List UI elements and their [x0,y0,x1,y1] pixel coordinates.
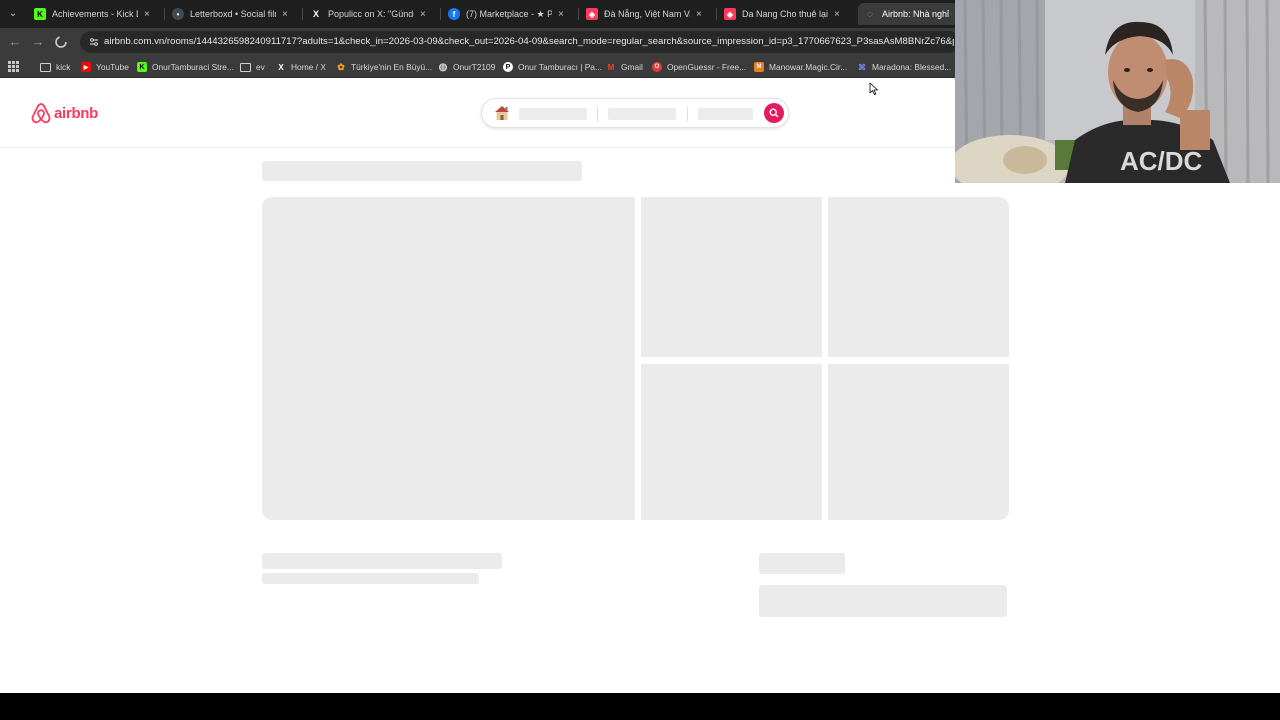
bookmark-label: Türkiye'nin En Büyü... [351,62,433,72]
maradona-icon: ⌘ [858,62,866,72]
tab-label: Populicc on X: "Gündüz k [328,9,414,19]
photo-thumb-skeleton[interactable] [641,364,822,520]
webcam-overlay: AC/DC [955,0,1280,183]
bookmark-label: OnurT2109 [453,62,496,72]
airbnb-wordmark: airbnb [54,104,99,122]
site-info-icon[interactable] [88,36,100,48]
svg-text:AC/DC: AC/DC [1120,146,1203,176]
mouse-cursor-icon [869,82,878,95]
photo-thumb-skeleton[interactable] [828,197,1009,357]
airbnb-belo-icon [31,103,51,124]
tab-achievements[interactable]: K Achievements - Kick Dash × [28,3,160,25]
apps-grid-icon[interactable] [8,61,19,72]
x-icon: X [278,62,284,72]
address-bar[interactable]: airbnb.com.vn/rooms/1444326598240911717?… [80,31,960,53]
bookmark-onur-patreon[interactable]: P Onur Tamburacı | Pa... [503,59,602,75]
tab-close-icon[interactable]: × [834,9,844,20]
bookmark-onurtamburaci-stream[interactable]: K OnurTamburaci Stre... [137,59,234,75]
airbnb-icon: ◈ [586,8,598,20]
listing-heading-skeleton [262,553,502,569]
back-icon[interactable]: ← [6,33,24,51]
airbnb-icon: ◈ [724,8,736,20]
tab-da-nang-vacation[interactable]: ◈ Đà Nẵng, Việt Nam Vacat × [580,3,712,25]
tab-label: Airbnb: Nhà nghỉ dưỡ [882,9,952,19]
bookmark-label: OnurTamburaci Stre... [152,62,234,72]
bookmark-label: Home / X [291,62,326,72]
streamer-webcam-image: AC/DC [955,0,1280,183]
bookmark-label: kick [56,62,71,72]
tab-close-icon[interactable]: × [558,9,568,20]
bookmark-label: Maradona: Blessed... [872,62,952,72]
tab-letterboxd[interactable]: • Letterboxd • Social film di × [166,3,298,25]
patreon-icon: P [503,62,513,72]
bookmark-label: YouTube [96,62,129,72]
guests-placeholder[interactable] [698,108,753,120]
bookmark-label: Onur Tamburacı | Pa... [518,62,602,72]
tab-da-nang-rent[interactable]: ◈ Da Nang Cho thuê lại, Ch × [718,3,850,25]
bookmark-label: Gmail [621,62,643,72]
folder-icon [240,62,251,72]
bookmark-turkiye[interactable]: ✿ Türkiye'nin En Büyü... [336,59,432,75]
tab-close-icon[interactable]: × [282,9,292,20]
search-button[interactable] [764,103,784,123]
manowar-icon: M [754,62,764,72]
tab-label: Achievements - Kick Dash [52,9,138,19]
loading-icon: ◌ [867,8,873,20]
bookmark-label: Manowar.Magic.Cir... [769,62,848,72]
url-text[interactable]: airbnb.com.vn/rooms/1444326598240911717?… [104,36,954,47]
bookmark-ev-folder[interactable]: ev [240,59,265,75]
screen: ⌄ K Achievements - Kick Dash × • Letterb… [0,0,1280,720]
bookmark-youtube[interactable]: ▶ YouTube [81,59,129,75]
flower-icon: ✿ [337,61,345,72]
photo-thumb-skeleton[interactable] [641,197,822,357]
forward-icon[interactable]: → [29,33,47,51]
bookmark-kick-folder[interactable]: kick [40,59,70,75]
bookmark-maradona[interactable]: ⌘ Maradona: Blessed... [857,59,951,75]
dates-placeholder[interactable] [608,108,676,120]
photo-main-skeleton[interactable] [262,197,635,520]
kick-icon: K [34,8,46,20]
stop-loading-icon[interactable] [52,33,70,51]
youtube-icon: ▶ [81,62,91,72]
title-skeleton [262,161,582,181]
bookmark-gmail[interactable]: M Gmail [606,59,643,75]
search-icon [769,108,779,118]
home-icon [495,106,509,120]
location-placeholder[interactable] [519,108,587,120]
photo-thumb-skeleton[interactable] [828,364,1009,520]
letterboxd-icon: • [172,8,184,20]
bookmark-home-x[interactable]: X Home / X [276,59,326,75]
booking-skeleton [759,585,1007,617]
bookmark-label: ev [256,62,265,72]
tab-label: Da Nang Cho thuê lại, Ch [742,9,828,19]
listing-subheading-skeleton [262,573,479,584]
price-skeleton [759,553,845,574]
tab-search-chevron-icon[interactable]: ⌄ [4,6,22,22]
tab-close-icon[interactable]: × [144,9,154,20]
bookmark-onurt2109[interactable]: ◍ OnurT2109 [438,59,496,75]
search-bar[interactable] [481,98,789,128]
tab-airbnb-active[interactable]: ◌ Airbnb: Nhà nghỉ dưỡ [858,3,958,25]
globe-icon: ◍ [438,61,448,73]
bookmark-openguessr[interactable]: O OpenGuessr - Free... [652,59,746,75]
openguessr-icon: O [652,62,662,72]
facebook-icon: f [448,8,460,20]
bookmark-label: OpenGuessr - Free... [667,62,747,72]
tab-close-icon[interactable]: × [420,9,430,20]
tab-label: (7) Marketplace - ★ Pen [466,8,552,19]
tab-label: Letterboxd • Social film di [190,9,276,19]
x-icon: X [312,9,319,19]
kick-icon: K [137,62,147,72]
airbnb-logo[interactable]: airbnb [31,102,98,124]
tab-populicc-x[interactable]: X Populicc on X: "Gündüz k × [304,3,436,25]
tab-label: Đà Nẵng, Việt Nam Vacat [604,9,690,19]
tab-marketplace[interactable]: f (7) Marketplace - ★ Pen × [442,3,574,25]
folder-icon [40,62,51,72]
bottom-black-bar [0,693,1280,720]
gmail-icon: M [607,62,615,72]
tab-close-icon[interactable]: × [696,9,706,20]
bookmark-manowar[interactable]: M Manowar.Magic.Cir... [754,59,847,75]
